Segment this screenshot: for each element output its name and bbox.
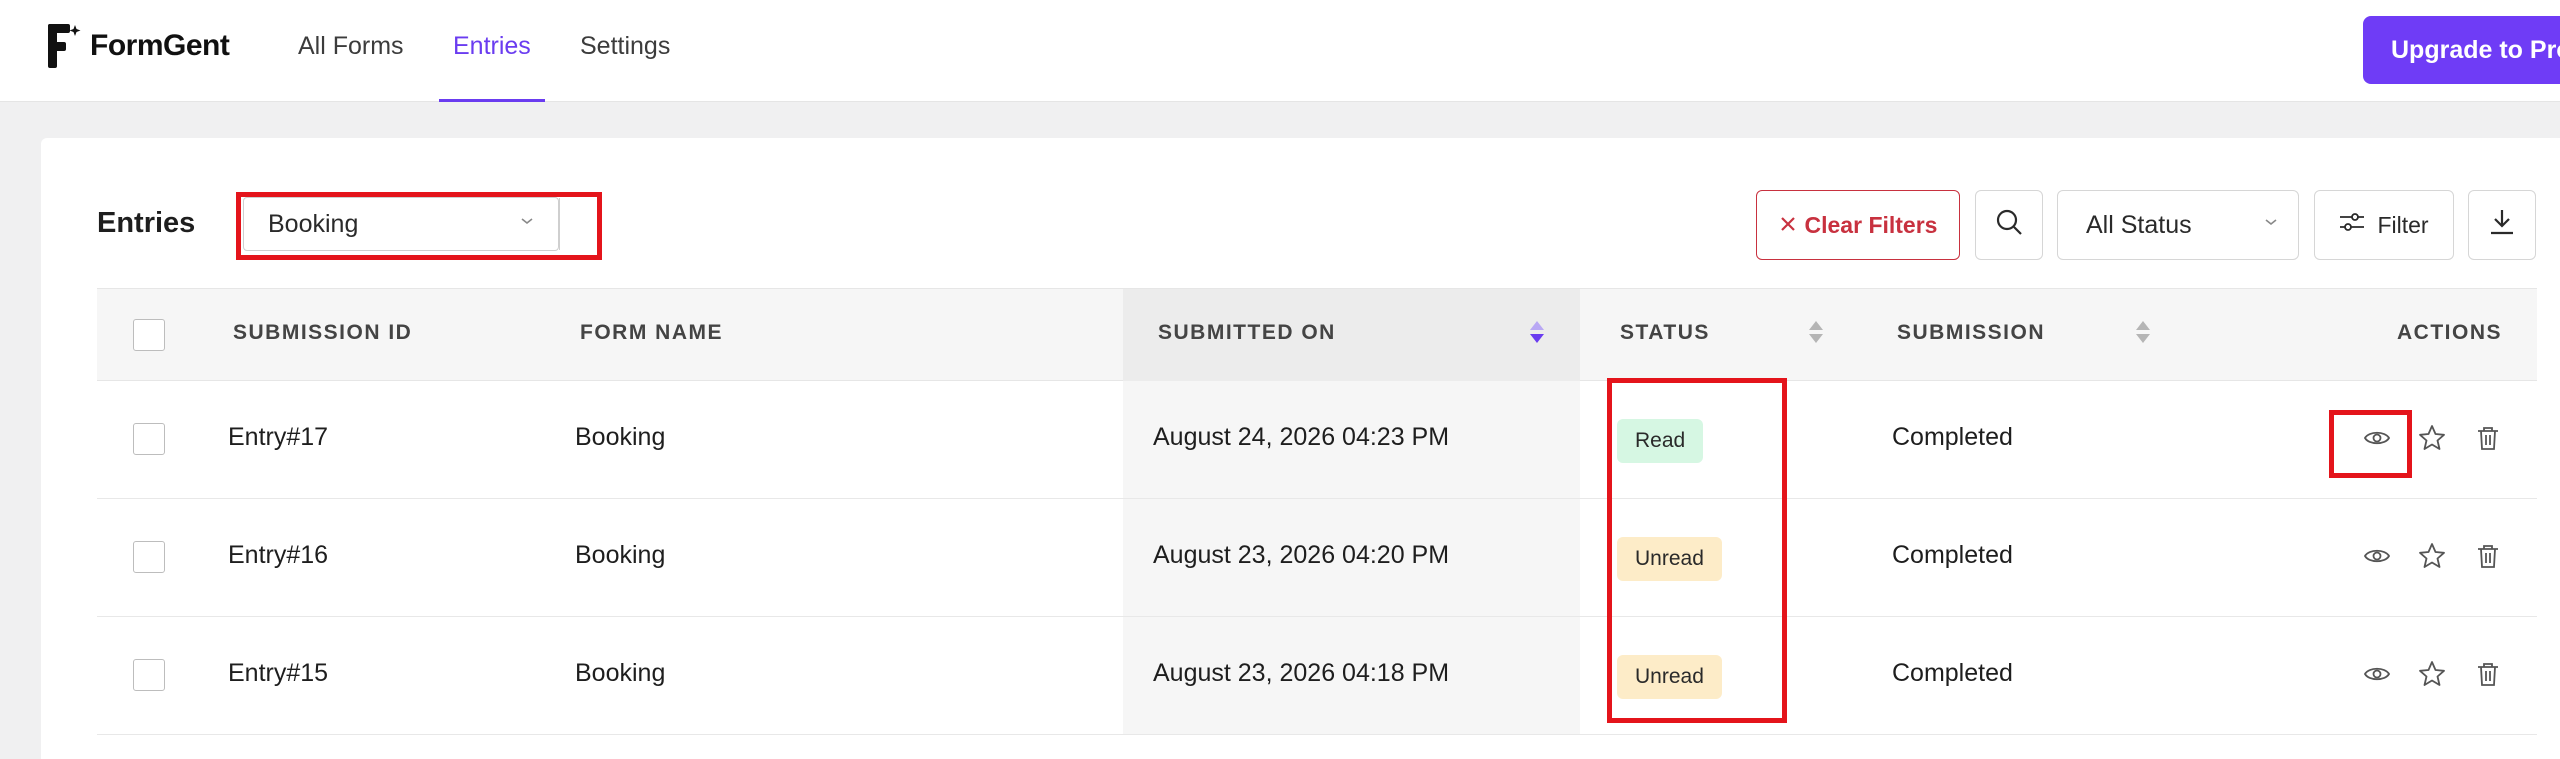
header-status[interactable]: STATUS <box>1620 321 1710 345</box>
nav-settings[interactable]: Settings <box>566 32 684 102</box>
filter-label: Filter <box>2377 211 2429 238</box>
eye-icon[interactable] <box>2362 541 2392 571</box>
star-icon[interactable] <box>2417 659 2447 689</box>
page-title: Entries <box>97 207 196 239</box>
filter-icon <box>2339 211 2365 239</box>
status-select-value: All Status <box>2086 211 2192 239</box>
cell-form-name: Booking <box>575 659 666 687</box>
eye-icon[interactable] <box>2362 423 2392 453</box>
clear-filters-button[interactable]: Clear Filters <box>1756 190 1960 260</box>
trash-icon[interactable] <box>2473 423 2503 453</box>
chevron-down-icon <box>520 210 534 231</box>
table-row[interactable]: Entry#17 Booking August 24, 2026 04:23 P… <box>97 381 2537 499</box>
download-icon <box>2489 208 2515 242</box>
cell-submitted-on: August 23, 2026 04:20 PM <box>1153 541 1450 569</box>
star-icon[interactable] <box>2417 423 2447 453</box>
table-row[interactable]: Entry#16 Booking August 23, 2026 04:20 P… <box>97 499 2537 617</box>
cell-submission-id[interactable]: Entry#17 <box>228 423 328 452</box>
table-row[interactable]: Entry#15 Booking August 23, 2026 04:18 P… <box>97 617 2537 735</box>
cell-form-name: Booking <box>575 541 666 569</box>
status-select-dropdown[interactable]: All Status <box>2057 190 2299 260</box>
cell-form-name: Booking <box>575 423 666 451</box>
cell-submission-id[interactable]: Entry#15 <box>228 659 328 688</box>
header-form-name: FORM NAME <box>580 321 723 344</box>
row-checkbox[interactable] <box>133 423 165 455</box>
status-badge: Unread <box>1617 655 1722 699</box>
row-checkbox[interactable] <box>133 541 165 573</box>
logo-text: FormGent <box>90 29 230 62</box>
close-icon <box>1779 212 1797 239</box>
search-icon <box>1994 207 2024 243</box>
nav-entries[interactable]: Entries <box>439 32 545 102</box>
cell-submission: Completed <box>1892 541 2013 569</box>
search-button[interactable] <box>1975 190 2043 260</box>
cell-submission-id[interactable]: Entry#16 <box>228 541 328 570</box>
eye-icon[interactable] <box>2362 659 2392 689</box>
star-icon[interactable] <box>2417 541 2447 571</box>
trash-icon[interactable] <box>2473 541 2503 571</box>
download-button[interactable] <box>2468 190 2536 260</box>
select-divider <box>559 198 560 250</box>
select-all-checkbox[interactable] <box>133 319 165 351</box>
cell-submitted-on: August 23, 2026 04:18 PM <box>1153 659 1450 687</box>
header-actions: ACTIONS <box>2397 321 2502 344</box>
formgent-logo-icon <box>48 24 82 68</box>
table-header: SUBMISSION ID FORM NAME SUBMITTED ON STA… <box>97 288 2537 382</box>
clear-filters-label: Clear Filters <box>1804 211 1938 238</box>
header-submission[interactable]: SUBMISSION <box>1897 321 2045 345</box>
sort-icon[interactable] <box>1530 319 1544 347</box>
cell-submitted-on: August 24, 2026 04:23 PM <box>1153 423 1450 451</box>
form-select-dropdown[interactable]: Booking <box>243 197 560 251</box>
top-navigation-bar: FormGent All Forms Entries Settings Upgr… <box>0 0 2560 102</box>
sort-icon[interactable] <box>2136 319 2150 347</box>
cell-submission: Completed <box>1892 423 2013 451</box>
cell-submission: Completed <box>1892 659 2013 687</box>
header-submitted-on[interactable]: SUBMITTED ON <box>1158 321 1336 345</box>
filter-button[interactable]: Filter <box>2314 190 2454 260</box>
chevron-down-icon <box>2264 211 2278 232</box>
header-submission-id: SUBMISSION ID <box>233 321 413 344</box>
nav-all-forms[interactable]: All Forms <box>284 32 418 102</box>
form-select-value: Booking <box>268 210 359 238</box>
row-checkbox[interactable] <box>133 659 165 691</box>
status-badge: Read <box>1617 419 1704 463</box>
trash-icon[interactable] <box>2473 659 2503 689</box>
logo[interactable]: FormGent <box>48 24 230 68</box>
sort-icon[interactable] <box>1809 319 1823 347</box>
upgrade-to-pro-button[interactable]: Upgrade to Pro <box>2363 16 2560 84</box>
status-badge: Unread <box>1617 537 1722 581</box>
